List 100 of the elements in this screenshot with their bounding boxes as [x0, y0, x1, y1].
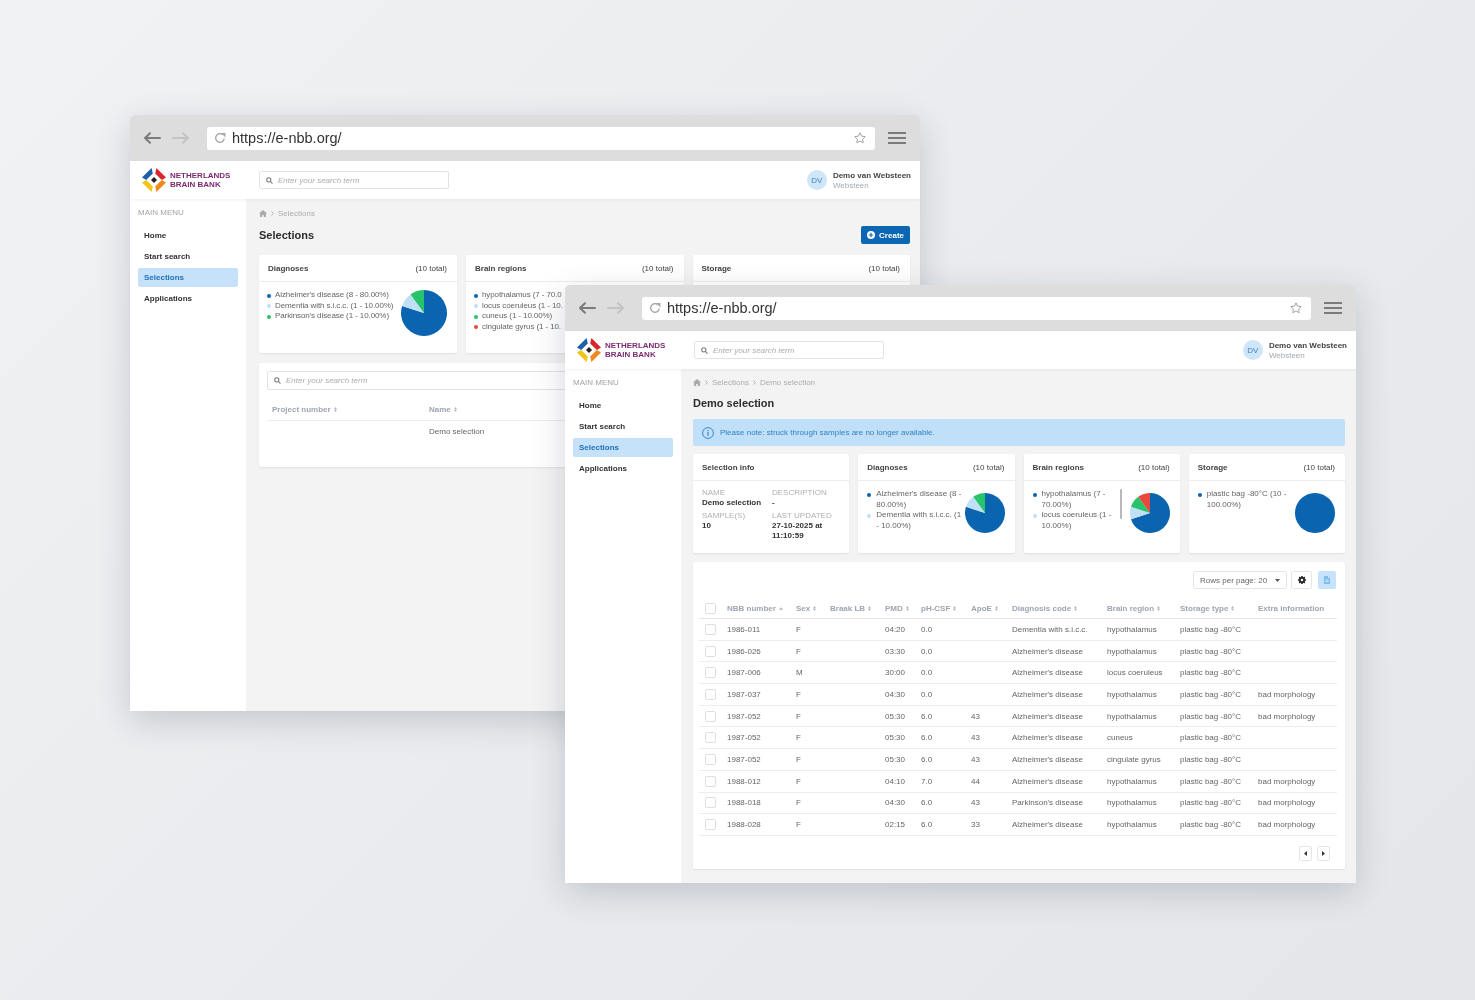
checkbox[interactable] — [705, 819, 716, 831]
checkbox[interactable] — [705, 688, 716, 700]
table-cell: hypothalamus — [1107, 798, 1157, 808]
search-field[interactable]: Enter your search term — [259, 171, 449, 189]
total-count: (10 total) — [1303, 462, 1335, 472]
search-field[interactable]: Enter your search term — [694, 341, 884, 359]
breadcrumb-link[interactable]: Selections — [712, 377, 749, 387]
table-cell: 1987-052 — [727, 733, 761, 743]
table-cell: Alzheimer's disease — [1012, 711, 1083, 721]
chevron-icon — [752, 379, 756, 385]
sort-icon[interactable] — [333, 407, 337, 412]
home-icon[interactable] — [693, 378, 701, 386]
menu-heading: MAIN MENU — [573, 378, 620, 388]
table-cell: F — [796, 820, 801, 830]
column-header[interactable]: Brain region — [1107, 604, 1155, 613]
sidebar-item[interactable]: Applications — [573, 459, 673, 478]
breadcrumb-link[interactable]: Selections — [278, 208, 315, 218]
column-header[interactable]: pH-CSF — [921, 604, 951, 613]
column-header[interactable]: Braak LB — [830, 604, 866, 613]
column-header[interactable]: Name — [429, 405, 451, 414]
user-organization: Websteen — [832, 180, 870, 190]
table-cell: 05:30 — [885, 711, 906, 721]
sort-icon[interactable] — [813, 606, 817, 611]
legend-label: Dementia with s.i.c.c. (1 - 10.00%) — [275, 300, 394, 311]
rows-per-page-dropdown[interactable]: Rows per page: 20 — [1193, 571, 1287, 589]
column-header[interactable]: PMD — [885, 604, 903, 613]
back-arrow-icon[interactable] — [578, 302, 596, 314]
legend-label: Alzheimer's disease (8 - 80.00%) — [876, 489, 963, 510]
column-header[interactable]: NBB number — [727, 604, 776, 613]
settings-button[interactable] — [1291, 571, 1312, 589]
search-icon — [701, 346, 708, 354]
scrollbar-thumb[interactable] — [1119, 489, 1122, 519]
sort-icon[interactable] — [953, 606, 957, 611]
sort-icon[interactable] — [1074, 606, 1078, 611]
user-avatar[interactable]: DV — [1242, 340, 1263, 360]
table-cell: 30:00 — [885, 668, 906, 678]
table-cell: plastic bag -80°C — [1180, 733, 1241, 743]
table-cell: Demo selection — [429, 427, 485, 436]
star-icon[interactable] — [854, 132, 866, 144]
next-page-button[interactable] — [1317, 845, 1330, 861]
logo-icon[interactable] — [577, 338, 601, 362]
table-cell: plastic bag -80°C — [1180, 668, 1241, 678]
address-bar[interactable]: https://e-nbb.org/ — [642, 296, 1311, 320]
sort-ascending-icon[interactable] — [778, 607, 783, 610]
table-cell: 04:10 — [885, 776, 906, 786]
table-cell: F — [796, 711, 801, 721]
logo-icon[interactable] — [142, 168, 166, 192]
column-header[interactable]: Diagnosis code — [1012, 604, 1072, 613]
table-cell: 04:30 — [885, 798, 906, 808]
column-header[interactable]: Project number — [272, 405, 331, 414]
reload-icon[interactable] — [649, 302, 661, 314]
column-header[interactable]: ApoE — [971, 604, 992, 613]
checkbox[interactable] — [705, 645, 716, 657]
user-avatar[interactable]: DV — [806, 170, 827, 190]
table-cell: F — [796, 798, 801, 808]
sidebar-item[interactable]: Start search — [573, 417, 673, 436]
checkbox[interactable] — [705, 797, 716, 809]
checkbox[interactable] — [705, 732, 716, 744]
checkbox[interactable] — [705, 710, 716, 722]
checkbox[interactable] — [705, 775, 716, 787]
sidebar-item[interactable]: Selections — [573, 438, 673, 457]
reload-icon[interactable] — [214, 132, 226, 144]
sort-icon[interactable] — [905, 606, 909, 611]
column-header[interactable]: Storage type — [1180, 604, 1229, 613]
checkbox[interactable] — [705, 623, 716, 635]
back-arrow-icon[interactable] — [143, 132, 161, 144]
table-cell: 43 — [971, 711, 980, 721]
sort-icon[interactable] — [453, 407, 457, 412]
sort-icon[interactable] — [868, 606, 872, 611]
create-button[interactable]: Create — [861, 226, 910, 244]
column-header[interactable]: Sex — [796, 604, 811, 613]
table-cell: bad morphology — [1258, 776, 1316, 786]
sort-icon[interactable] — [994, 606, 998, 611]
star-icon[interactable] — [1290, 302, 1302, 314]
sidebar-item[interactable]: Home — [573, 396, 673, 415]
address-bar[interactable]: https://e-nbb.org/ — [207, 126, 875, 150]
checkbox[interactable] — [705, 667, 716, 679]
table-cell: 0.0 — [921, 624, 933, 634]
table-cell: 04:30 — [885, 689, 906, 699]
search-field[interactable]: Enter your search term — [267, 371, 567, 390]
table-cell: Alzheimer's disease — [1012, 646, 1083, 656]
sidebar-item[interactable]: Applications — [138, 289, 238, 308]
sort-icon[interactable] — [1157, 606, 1161, 611]
sidebar-item[interactable]: Start search — [138, 247, 238, 266]
sort-icon[interactable] — [1231, 606, 1235, 611]
total-count: (10 total) — [415, 263, 447, 273]
export-button[interactable] — [1318, 571, 1336, 589]
sidebar-item[interactable]: Home — [138, 226, 238, 245]
table-cell: plastic bag -80°C — [1180, 820, 1241, 830]
checkbox[interactable] — [705, 603, 716, 614]
checkbox[interactable] — [705, 753, 716, 765]
table-cell: 05:30 — [885, 733, 906, 743]
table-cell: 33 — [971, 820, 980, 830]
card-title: Brain regions — [1032, 462, 1085, 472]
menu-icon[interactable] — [888, 132, 906, 144]
menu-icon[interactable] — [1324, 302, 1342, 314]
sidebar-item[interactable]: Selections — [138, 268, 238, 287]
home-icon[interactable] — [259, 209, 267, 217]
card-title: Selection info — [702, 462, 755, 472]
previous-page-button[interactable] — [1299, 845, 1312, 861]
